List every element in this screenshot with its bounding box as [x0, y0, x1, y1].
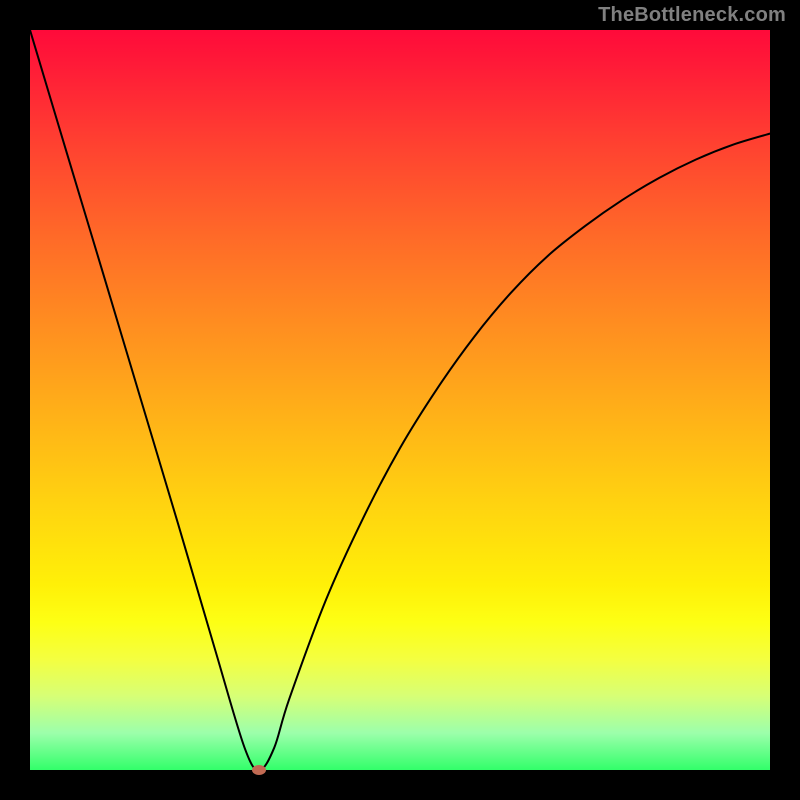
- curve-svg: [30, 30, 770, 770]
- chart-frame: TheBottleneck.com: [0, 0, 800, 800]
- watermark-text: TheBottleneck.com: [598, 4, 786, 27]
- plot-area: [30, 30, 770, 770]
- curve-line: [30, 30, 770, 770]
- minimum-marker: [252, 765, 266, 775]
